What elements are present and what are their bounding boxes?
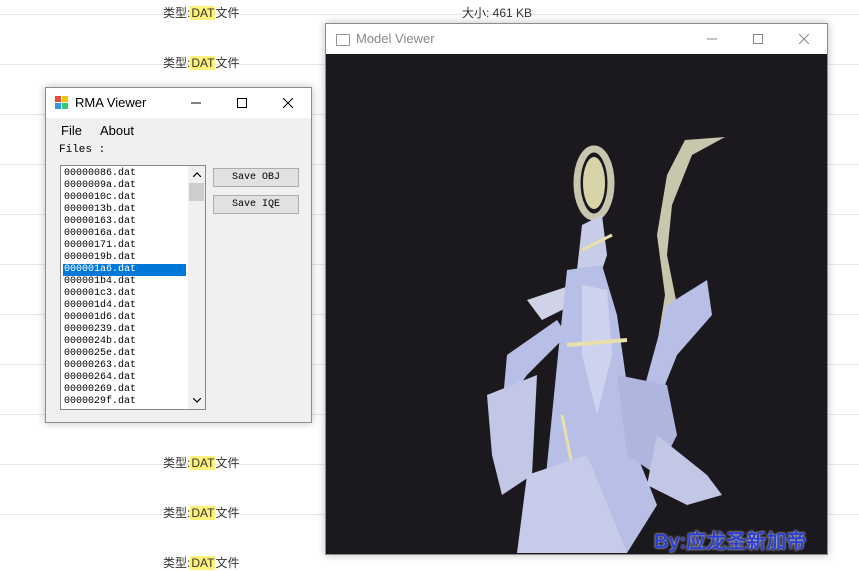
file-list: 00000086.dat 0000009a.dat 0000010c.dat 0000…	[63, 168, 186, 408]
chevron-up-icon	[192, 172, 201, 177]
title-bar[interactable]: Model Viewer	[326, 24, 827, 54]
file-list-item[interactable]: 00000264.dat	[63, 372, 186, 384]
list-item[interactable]: 类型:DAT文件 大小: 461 KB	[0, 0, 859, 20]
file-list-item[interactable]: 0000029f.dat	[63, 396, 186, 408]
window-icon	[336, 34, 350, 46]
minimize-icon	[191, 102, 201, 104]
minimize-button[interactable]	[689, 24, 735, 54]
menu-about[interactable]: About	[100, 123, 134, 138]
file-list-item[interactable]: 0000013b.dat	[63, 204, 186, 216]
file-list-item[interactable]: 000001b4.dat	[63, 276, 186, 288]
menu-bar: File About	[46, 119, 311, 141]
file-list-item[interactable]: 0000019b.dat	[63, 252, 186, 264]
close-button[interactable]	[781, 24, 827, 54]
model-viewport[interactable]	[327, 55, 826, 553]
file-list-item[interactable]: 0000025e.dat	[63, 348, 186, 360]
file-list-item[interactable]: 0000010c.dat	[63, 192, 186, 204]
file-list-item[interactable]: 000001d6.dat	[63, 312, 186, 324]
close-icon	[799, 34, 809, 44]
file-list-item[interactable]: 00000171.dat	[63, 240, 186, 252]
file-listbox[interactable]: 00000086.dat 0000009a.dat 0000010c.dat 0000…	[60, 165, 206, 410]
scroll-thumb[interactable]	[189, 183, 204, 201]
minimize-button[interactable]	[173, 88, 219, 118]
watermark-text: By:应龙圣新加帝	[654, 531, 807, 553]
app-icon	[55, 96, 68, 109]
file-list-item[interactable]: 00000163.dat	[63, 216, 186, 228]
files-label: Files :	[59, 144, 106, 156]
maximize-icon	[753, 34, 763, 44]
scroll-up-button[interactable]	[188, 166, 205, 183]
maximize-button[interactable]	[219, 88, 265, 118]
file-list-item[interactable]: 000001c3.dat	[63, 288, 186, 300]
scroll-down-button[interactable]	[188, 392, 205, 409]
maximize-button[interactable]	[735, 24, 781, 54]
window-title: RMA Viewer	[75, 95, 147, 110]
close-button[interactable]	[265, 88, 311, 118]
chevron-down-icon	[192, 398, 201, 403]
file-list-item[interactable]: 0000024b.dat	[63, 336, 186, 348]
title-bar[interactable]: RMA Viewer	[46, 88, 311, 118]
save-obj-button[interactable]: Save OBJ	[213, 168, 299, 187]
vertical-scrollbar[interactable]	[188, 166, 205, 409]
rma-viewer-window: RMA Viewer File About Files : 00000086.d…	[45, 87, 312, 423]
file-list-item[interactable]: 00000239.dat	[63, 324, 186, 336]
file-type: 类型:DAT文件	[163, 556, 240, 570]
save-iqe-button[interactable]: Save IQE	[213, 195, 299, 214]
3d-model-render	[487, 137, 725, 553]
file-list-item[interactable]: 00000086.dat	[63, 168, 186, 180]
close-icon	[283, 98, 293, 108]
file-list-item[interactable]: 00000263.dat	[63, 360, 186, 372]
file-list-item[interactable]: 0000016a.dat	[63, 228, 186, 240]
file-list-item[interactable]: 000001a6.dat	[63, 264, 186, 276]
file-list-item[interactable]: 000001d4.dat	[63, 300, 186, 312]
file-list-item[interactable]: 0000009a.dat	[63, 180, 186, 192]
maximize-icon	[237, 98, 247, 108]
model-viewer-window: Model Viewer	[325, 23, 828, 555]
file-list-item[interactable]: 00000269.dat	[63, 384, 186, 396]
window-title: Model Viewer	[356, 31, 435, 46]
minimize-icon	[707, 38, 717, 40]
menu-file[interactable]: File	[61, 123, 82, 138]
